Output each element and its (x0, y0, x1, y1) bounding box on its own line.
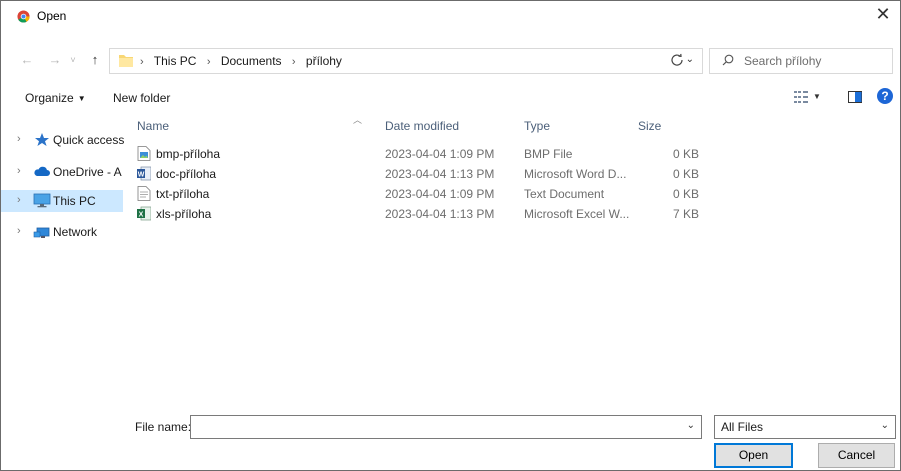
change-view-icon[interactable] (794, 91, 808, 103)
chevron-right-icon[interactable]: › (17, 194, 21, 206)
navigation-row: ← → ˅ ↑ › This PC › Documents › přílohy … (1, 48, 900, 74)
file-date: 2023-04-04 1:09 PM (385, 147, 495, 161)
excel-file-icon: X (137, 206, 151, 221)
caret-down-icon: ▼ (77, 94, 86, 103)
file-row[interactable]: txt-příloha 2023-04-04 1:09 PM Text Docu… (131, 183, 731, 203)
chevron-down-icon[interactable]: ⌄ (686, 54, 694, 65)
breadcrumb-prilohy[interactable]: přílohy (306, 54, 342, 68)
file-row[interactable]: W doc-příloha 2023-04-04 1:13 PM Microso… (131, 163, 731, 183)
breadcrumb: › This PC › Documents › přílohy (140, 54, 342, 68)
nav-item-network[interactable]: › Network (1, 221, 123, 243)
address-bar[interactable]: › This PC › Documents › přílohy ⌄ (109, 48, 703, 74)
new-folder-button[interactable]: New folder (113, 91, 170, 105)
file-type-filter-select[interactable]: All Files ⌄ (714, 415, 896, 439)
sort-ascending-icon: ︿ (353, 115, 363, 125)
file-size: 0 KB (672, 167, 699, 181)
monitor-icon (33, 193, 51, 208)
chevron-down-icon[interactable]: ⌄ (687, 420, 695, 431)
help-icon[interactable]: ? (877, 88, 893, 104)
nav-item-this-pc[interactable]: › This PC (1, 190, 123, 212)
svg-text:?: ? (881, 89, 888, 103)
file-name-combobox[interactable]: ⌄ (190, 415, 702, 439)
breadcrumb-this-pc[interactable]: This PC (154, 54, 197, 68)
file-name: xls-příloha (156, 207, 212, 221)
back-arrow-icon[interactable]: ← (19, 51, 35, 69)
network-icon (33, 227, 50, 238)
title-bar: Open ✕ (1, 1, 900, 31)
breadcrumb-documents[interactable]: Documents (221, 54, 282, 68)
organize-menu-button[interactable]: Organize ▼ (25, 91, 86, 105)
file-date: 2023-04-04 1:13 PM (385, 167, 495, 181)
view-options-dropdown-icon[interactable]: ▼ (813, 92, 821, 101)
recent-locations-icon[interactable]: ˅ (68, 51, 78, 69)
column-header-size[interactable]: Size (638, 119, 661, 133)
chrome-icon (17, 10, 30, 23)
file-type-filter-value: All Files (721, 420, 764, 434)
column-header-type[interactable]: Type (524, 119, 550, 133)
preview-pane-icon[interactable] (848, 91, 862, 103)
column-header-date-modified[interactable]: Date modified (385, 119, 459, 133)
file-size: 0 KB (672, 187, 699, 201)
file-list: ︿ Name Date modified Type Size bmp-přílo… (131, 113, 900, 403)
file-name: bmp-příloha (156, 147, 221, 161)
chevron-right-icon[interactable]: › (17, 225, 21, 237)
file-size: 0 KB (672, 147, 699, 161)
file-type: BMP File (524, 147, 573, 161)
file-row[interactable]: X xls-příloha 2023-04-04 1:13 PM Microso… (131, 203, 731, 223)
file-name: doc-příloha (156, 167, 217, 181)
refresh-icon[interactable] (668, 51, 686, 69)
command-toolbar: Organize ▼ New folder ▼ ? (1, 86, 900, 110)
svg-text:X: X (139, 211, 144, 218)
file-name: txt-příloha (156, 187, 210, 201)
column-header-name[interactable]: Name (137, 119, 169, 133)
open-file-dialog: Open ✕ ← → ˅ ↑ › This PC › Documents › p… (0, 0, 901, 471)
nav-item-label: Network (53, 225, 98, 239)
nav-item-onedrive[interactable]: › OneDrive - A (1, 161, 123, 183)
search-placeholder: Search přílohy (744, 54, 822, 68)
search-icon (722, 54, 734, 66)
file-size: 7 KB (672, 207, 699, 221)
cancel-button[interactable]: Cancel (818, 443, 895, 468)
open-button[interactable]: Open (714, 443, 793, 468)
chevron-right-icon[interactable]: › (17, 165, 21, 177)
file-type: Microsoft Excel W... (524, 207, 630, 221)
navigation-pane: › Quick access › OneDrive - A › This PC … (1, 123, 129, 403)
file-date: 2023-04-04 1:13 PM (385, 207, 495, 221)
organize-label: Organize (25, 91, 74, 105)
file-type: Text Document (524, 187, 605, 201)
word-file-icon: W (137, 166, 151, 181)
file-row[interactable]: bmp-příloha 2023-04-04 1:09 PM BMP File … (131, 143, 731, 163)
folder-icon (119, 55, 133, 67)
star-icon (35, 133, 49, 146)
file-name-label: File name: (135, 420, 192, 434)
nav-item-label: Quick access (53, 133, 125, 147)
search-input[interactable]: Search přílohy (709, 48, 893, 74)
image-file-icon (137, 146, 151, 161)
close-button[interactable]: ✕ (872, 4, 894, 26)
nav-item-label: OneDrive - A (53, 165, 122, 179)
chevron-down-icon: ⌄ (880, 420, 889, 431)
dialog-title: Open (37, 9, 67, 23)
chevron-right-icon[interactable]: › (17, 133, 21, 145)
up-arrow-icon[interactable]: ↑ (87, 51, 103, 69)
svg-text:W: W (138, 171, 145, 178)
forward-arrow-icon[interactable]: → (47, 51, 63, 69)
cloud-icon (34, 166, 50, 176)
text-file-icon (137, 186, 151, 201)
nav-item-label: This PC (53, 194, 96, 208)
nav-item-quick-access[interactable]: › Quick access (1, 129, 125, 151)
file-type: Microsoft Word D... (524, 167, 627, 181)
file-date: 2023-04-04 1:09 PM (385, 187, 495, 201)
